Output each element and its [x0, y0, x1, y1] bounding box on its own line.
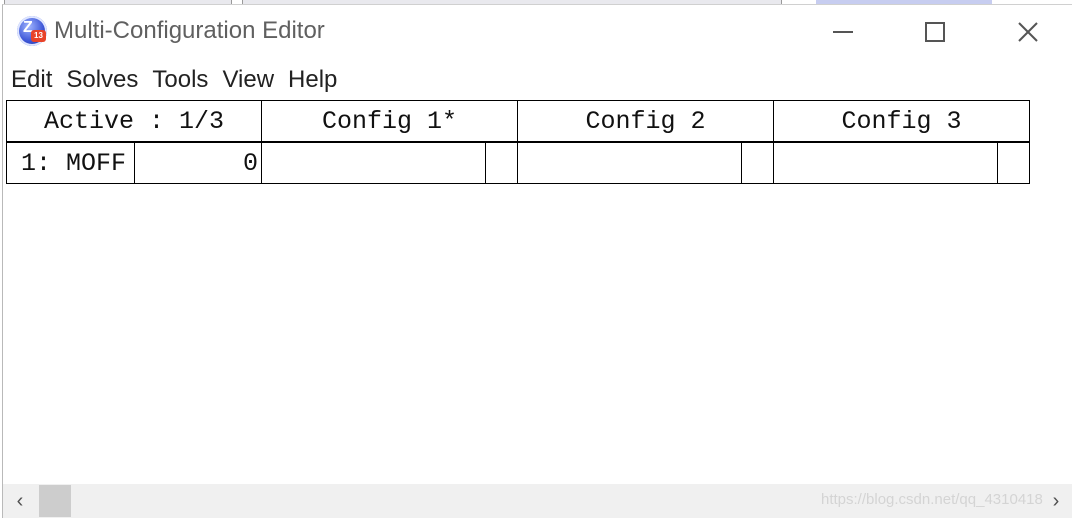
chevron-left-icon: ‹	[16, 489, 24, 512]
menu-edit[interactable]: Edit	[11, 63, 52, 97]
scroll-thumb[interactable]	[39, 485, 71, 517]
watermark-text: https://blog.csdn.net/qq_4310418	[821, 491, 1043, 508]
header-config-3[interactable]: Config 3	[773, 100, 1030, 142]
close-icon	[1018, 22, 1038, 42]
config-3-solve-cell[interactable]	[997, 142, 1030, 184]
horizontal-scrollbar[interactable]: ‹ https://blog.csdn.net/qq_4310418 ›	[3, 484, 1072, 518]
multi-configuration-editor-window: Z 13 Multi-Configuration Editor Edit Sol…	[2, 4, 1072, 518]
scroll-left-button[interactable]: ‹	[3, 484, 37, 518]
title-bar: Z 13 Multi-Configuration Editor	[3, 5, 1072, 59]
config-2-solve-cell[interactable]	[741, 142, 774, 184]
minimize-button[interactable]	[820, 5, 866, 59]
zemax-app-icon: Z 13	[17, 16, 47, 46]
header-config-1[interactable]: Config 1*	[261, 100, 518, 142]
menu-view[interactable]: View	[222, 63, 274, 97]
config-1-solve-cell[interactable]	[485, 142, 518, 184]
maximize-button[interactable]	[912, 5, 958, 59]
scroll-right-button[interactable]: ›	[1039, 484, 1072, 518]
operand-param-cell[interactable]: 0	[134, 142, 262, 184]
window-title: Multi-Configuration Editor	[54, 17, 325, 44]
config-3-value-cell[interactable]	[773, 142, 998, 184]
menu-bar: Edit Solves Tools View Help	[11, 63, 351, 97]
menu-solves[interactable]: Solves	[66, 63, 138, 97]
maximize-icon	[925, 22, 945, 42]
minimize-icon	[833, 31, 853, 33]
header-config-2[interactable]: Config 2	[517, 100, 774, 142]
chevron-right-icon: ›	[1052, 489, 1060, 512]
config-2-value-cell[interactable]	[517, 142, 742, 184]
header-active[interactable]: Active : 1/3	[6, 100, 262, 142]
close-button[interactable]	[1005, 5, 1051, 59]
operand-cell[interactable]: 1: MOFF	[6, 142, 135, 184]
version-badge: 13	[31, 30, 46, 42]
menu-tools[interactable]: Tools	[152, 63, 208, 97]
config-1-value-cell[interactable]	[261, 142, 486, 184]
menu-help[interactable]: Help	[288, 63, 337, 97]
